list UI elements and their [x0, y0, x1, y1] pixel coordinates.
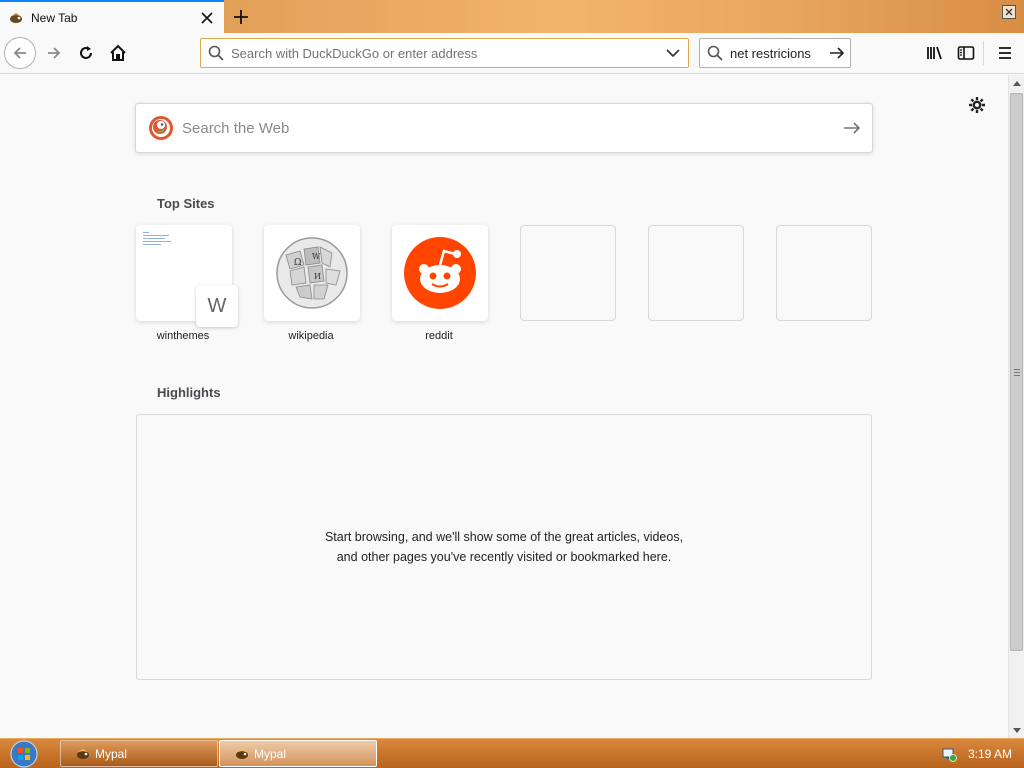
taskbar: Mypal Mypal 3:19 AM — [0, 738, 1024, 768]
top-site-empty-slot — [520, 225, 616, 321]
taskbar-item-label: Mypal — [254, 746, 287, 761]
duckduckgo-icon — [149, 116, 173, 140]
scroll-grip — [1014, 369, 1020, 378]
top-site-tile-wikipedia[interactable]: Ω W И — [264, 225, 360, 321]
wikipedia-globe-icon: Ω W И — [276, 237, 348, 309]
top-site-label[interactable]: reddit — [391, 330, 487, 342]
svg-text:Ω: Ω — [294, 258, 301, 268]
highlights-panel: Start browsing, and we'll show some of t… — [136, 414, 872, 680]
search-icon — [700, 45, 730, 61]
system-clock[interactable]: 3:19 AM — [962, 747, 1018, 761]
top-site-tile-reddit[interactable] — [392, 225, 488, 321]
taskbar-item-mypal-active[interactable]: Mypal — [219, 740, 377, 767]
search-icon — [201, 45, 231, 61]
scroll-thumb[interactable] — [1010, 93, 1023, 651]
library-icon — [927, 46, 942, 60]
vertical-scrollbar[interactable] — [1008, 75, 1024, 738]
back-arrow-icon — [13, 47, 26, 59]
forward-button[interactable] — [38, 37, 70, 69]
sidebar-button[interactable] — [950, 37, 982, 69]
mypal-icon — [10, 12, 22, 23]
window-close-button[interactable] — [1002, 5, 1016, 19]
reload-icon — [80, 46, 92, 59]
top-site-label[interactable]: wikipedia — [263, 330, 359, 342]
arrow-right-icon[interactable] — [832, 121, 872, 135]
web-search-box[interactable]: Search the Web — [135, 103, 873, 153]
scroll-down-arrow-icon[interactable] — [1009, 722, 1024, 738]
search-bar-text[interactable]: net restricions — [730, 46, 824, 61]
tab-title: New Tab — [31, 10, 78, 25]
site-badge: W — [196, 285, 238, 327]
tab-new-tab[interactable]: New Tab — [0, 0, 224, 33]
mypal-icon — [236, 748, 248, 759]
top-sites-heading: Top Sites — [157, 196, 215, 211]
url-input[interactable] — [231, 41, 658, 65]
taskbar-item-label: Mypal — [95, 746, 128, 761]
url-bar[interactable] — [200, 38, 689, 68]
svg-text:И: И — [314, 272, 321, 281]
new-tab-button[interactable] — [228, 4, 254, 30]
top-site-empty-slot — [776, 225, 872, 321]
back-button[interactable] — [4, 37, 36, 69]
top-site-tile-winthemes[interactable]: W — [136, 225, 238, 327]
highlights-empty-message: Start browsing, and we'll show some of t… — [324, 530, 684, 564]
plus-icon — [234, 10, 248, 24]
top-site-empty-slot — [648, 225, 744, 321]
sidebar-icon — [957, 46, 975, 60]
start-button[interactable] — [8, 740, 40, 768]
nav-toolbar: net restricions — [0, 33, 1024, 74]
highlights-heading: Highlights — [157, 385, 221, 400]
menu-button[interactable] — [989, 37, 1021, 69]
search-bar[interactable]: net restricions — [699, 38, 851, 68]
hamburger-menu-icon — [999, 47, 1011, 59]
taskbar-item-mypal[interactable]: Mypal — [60, 740, 218, 767]
tab-strip: New Tab — [0, 0, 1024, 33]
new-tab-page: Search the Web Top Sites W winthemes Ω W… — [0, 75, 1008, 738]
top-site-label[interactable]: winthemes — [135, 330, 231, 342]
web-search-placeholder: Search the Web — [182, 119, 290, 137]
mypal-icon — [77, 748, 89, 759]
reload-button[interactable] — [70, 37, 102, 69]
windows-orb-icon — [10, 740, 38, 768]
scroll-up-arrow-icon[interactable] — [1009, 75, 1024, 91]
reddit-icon — [404, 237, 476, 309]
tab-close-icon[interactable] — [194, 5, 220, 31]
home-button[interactable] — [102, 37, 134, 69]
home-icon — [110, 44, 126, 61]
forward-arrow-icon — [48, 47, 61, 59]
toolbar-separator — [983, 41, 984, 65]
network-tray-icon[interactable] — [941, 746, 957, 762]
gear-icon[interactable] — [966, 94, 988, 116]
svg-text:W: W — [312, 252, 321, 261]
arrow-right-icon[interactable] — [824, 46, 850, 60]
chevron-down-icon[interactable] — [658, 48, 688, 58]
library-button[interactable] — [919, 37, 951, 69]
site-thumbnail — [143, 232, 173, 247]
close-icon — [1005, 8, 1013, 16]
